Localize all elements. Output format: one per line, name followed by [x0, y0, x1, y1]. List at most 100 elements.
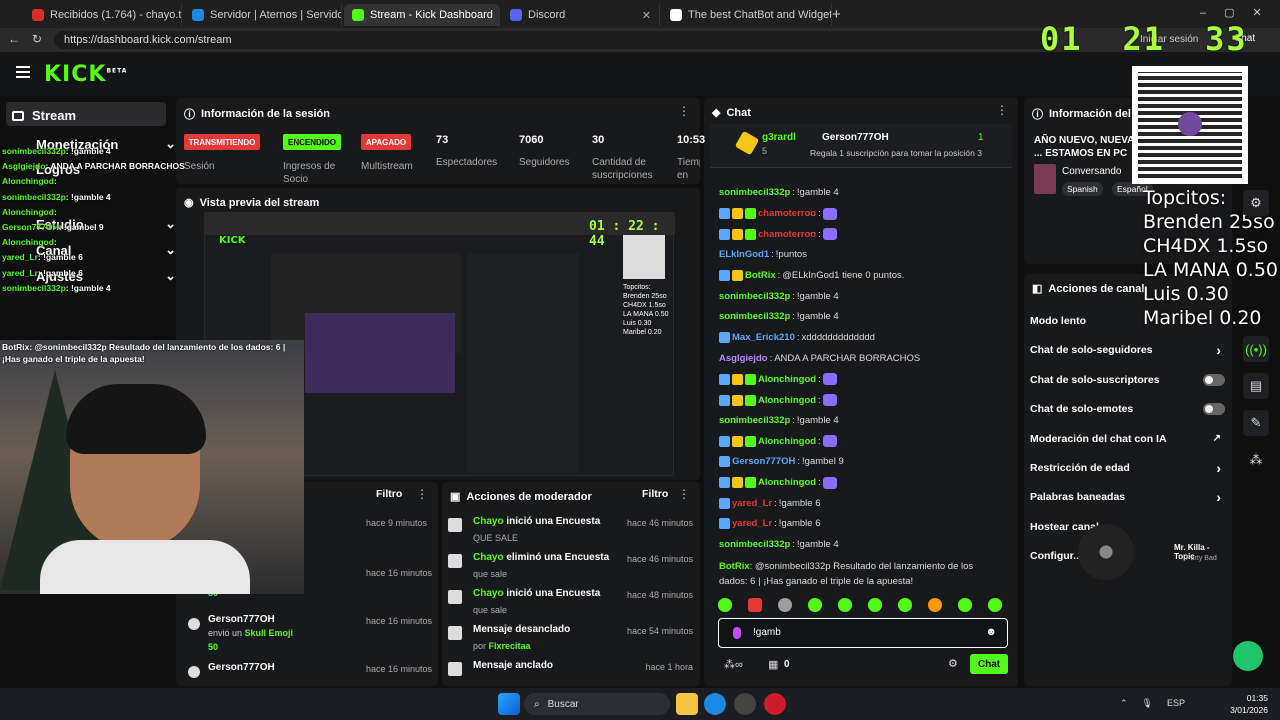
chat-user[interactable]: sonimbecil332p	[719, 539, 790, 550]
gifter-user[interactable]: Gerson777OH	[822, 132, 889, 143]
emote-icon[interactable]	[808, 598, 822, 612]
chat-user[interactable]: BotRix	[745, 270, 776, 281]
chat-user[interactable]: sonimbecil332p	[719, 187, 790, 198]
preview-timer-s: 44	[589, 234, 605, 249]
channel-action-row[interactable]: Chat de solo-emotes	[1030, 403, 1225, 417]
emote-icon[interactable]	[778, 598, 792, 612]
mod-actions-filter[interactable]: Filtro	[642, 488, 668, 500]
mod-action-user[interactable]: Chayo	[473, 516, 504, 527]
mod-action-row[interactable]: Chayo inició una Encuesta QUE SALE hace 46…	[448, 516, 693, 550]
browser-tab[interactable]: The best ChatBot and Widgets for✕	[662, 4, 832, 26]
more-icon[interactable]: ⋮	[416, 487, 428, 501]
mod-action-row[interactable]: Mensaje desanclado por Flxrecitaa hace 54 …	[448, 624, 693, 658]
chat-user[interactable]: Max_Erick210	[732, 332, 795, 343]
kick-logo[interactable]: KICKBETA	[44, 62, 127, 87]
emote-icon[interactable]	[928, 598, 942, 612]
stream-category[interactable]: Conversando	[1062, 166, 1121, 177]
chat-user[interactable]: sonimbecil332p	[719, 415, 790, 426]
chat-user[interactable]: Gerson777OH	[732, 456, 795, 467]
emote-icon[interactable]	[748, 598, 762, 612]
opera-icon[interactable]	[764, 693, 786, 715]
emote-icon[interactable]	[988, 598, 1002, 612]
windows-start-icon[interactable]	[498, 693, 520, 715]
chevron-up-icon[interactable]: ⌃	[1120, 698, 1128, 709]
browser-tab[interactable]: Stream - Kick Dashboard ✕	[344, 4, 500, 26]
lang-indicator[interactable]: ESP	[1167, 698, 1185, 709]
emoji-icon[interactable]: ☻	[985, 626, 997, 638]
channel-action-row[interactable]: Moderación del chat con IA ↗	[1030, 433, 1225, 447]
microphone-icon[interactable]	[733, 627, 741, 639]
poll-icon	[448, 518, 462, 532]
emote-icon[interactable]	[868, 598, 882, 612]
channel-action-row[interactable]: Chat de solo-seguidores ›	[1030, 342, 1225, 358]
emote-icon[interactable]	[838, 598, 852, 612]
help-button[interactable]	[1233, 641, 1263, 671]
chat-user[interactable]: sonimbecil332p	[719, 311, 790, 322]
chat-user[interactable]: sonimbecil332p	[719, 291, 790, 302]
gear-icon[interactable]: ⚙	[1243, 190, 1269, 216]
clock[interactable]: 01:35 3/01/2026	[1224, 692, 1268, 716]
chat-user[interactable]: chamoterroo	[758, 229, 816, 240]
channel-action-row[interactable]: Restricción de edad ›	[1030, 460, 1225, 476]
browser-tab[interactable]: Discord ✕	[502, 4, 660, 26]
channel-action-row[interactable]: Chat de solo-suscriptores	[1030, 373, 1225, 388]
browser-tab[interactable]: Recibidos (1.764) - chayo.tube.18@✕	[24, 4, 182, 26]
close-icon[interactable]: ✕	[499, 9, 500, 22]
gift-icon[interactable]: ▦	[768, 658, 778, 671]
broadcast-icon[interactable]: ((•))	[1243, 336, 1269, 362]
send-chat-button[interactable]: Chat	[970, 654, 1008, 674]
folder-icon[interactable]	[676, 693, 698, 715]
mod-action-row[interactable]: Chayo eliminó una Encuesta que sale hace 4…	[448, 552, 693, 586]
wrench-icon[interactable]: ✎	[1243, 410, 1269, 436]
mod-action-sub-user[interactable]: Flxrecitaa	[489, 641, 531, 651]
toggle-switch[interactable]	[1203, 403, 1225, 416]
chat-input[interactable]: !gamb ☻	[718, 618, 1008, 648]
layout-icon[interactable]: ▤	[1243, 373, 1269, 399]
more-icon[interactable]: ⋮	[996, 103, 1008, 117]
browser-tab[interactable]: Servidor | Aternos | Servidor de Mi✕	[184, 4, 342, 26]
tab-label: Stream - Kick Dashboard	[370, 9, 493, 21]
mod-action-user[interactable]: Chayo	[473, 588, 504, 599]
more-icon[interactable]: ⋮	[678, 487, 690, 501]
chat-user[interactable]: chamoterroo	[758, 208, 816, 219]
chat-user[interactable]: yared_Lr	[732, 518, 772, 529]
activity-filter[interactable]: Filtro	[376, 488, 402, 500]
chat-user[interactable]: yared_Lr	[732, 498, 772, 509]
mic-icon[interactable]: 🎙︎	[1142, 698, 1153, 709]
chat-user[interactable]: Asglgiejdo	[719, 353, 768, 364]
activity-user[interactable]: Gerson777OH	[208, 662, 275, 673]
gear-icon[interactable]: ⚙	[948, 657, 958, 670]
apps-icon[interactable]: ⁂	[1243, 447, 1269, 473]
close-icon[interactable]: ✕	[642, 9, 651, 22]
emote-icon[interactable]	[898, 598, 912, 612]
reload-icon[interactable]: ↻	[32, 32, 42, 46]
chat-user[interactable]: ELkInGod1	[719, 249, 769, 260]
emote-icon[interactable]	[958, 598, 972, 612]
sidebar-stream[interactable]: Stream	[12, 108, 162, 123]
emote-icon[interactable]	[718, 598, 732, 612]
chat-user[interactable]: Alonchingod	[758, 477, 816, 488]
mod-action-user[interactable]: Chayo	[473, 552, 504, 563]
url-field[interactable]: https://dashboard.kick.com/stream	[54, 31, 1054, 49]
mod-action-row[interactable]: Chayo inició una Encuesta que sale hace 48…	[448, 588, 693, 622]
more-icon[interactable]: ⋮	[678, 104, 690, 118]
hamburger-menu-icon[interactable]	[16, 66, 30, 78]
chat-user[interactable]: Alonchingod	[758, 436, 816, 447]
window-controls[interactable]: –▢✕	[1200, 6, 1280, 19]
stat-value: 30	[592, 134, 605, 146]
new-tab-button[interactable]: +	[832, 6, 841, 23]
chat-user[interactable]: Alonchingod	[758, 374, 816, 385]
gift-text[interactable]: Regala 1 suscripción para tomar la posic…	[810, 148, 982, 158]
channel-action-row[interactable]: Palabras baneadas ›	[1030, 489, 1225, 505]
taskbar-search[interactable]: ⌕ Buscar	[524, 693, 670, 715]
chat-user[interactable]: BotRix	[719, 561, 750, 572]
app-icon[interactable]	[734, 693, 756, 715]
pinned-user[interactable]: g3rardl	[762, 132, 796, 143]
back-icon[interactable]: ←	[8, 32, 20, 46]
channel-action-label: Chat de solo-seguidores	[1030, 344, 1153, 357]
toggle-switch[interactable]	[1203, 373, 1225, 386]
points-icon[interactable]: ⁂∞	[724, 658, 743, 671]
activity-user[interactable]: Gerson777OH	[208, 614, 275, 625]
edge-icon[interactable]	[704, 693, 726, 715]
chat-user[interactable]: Alonchingod	[758, 395, 816, 406]
